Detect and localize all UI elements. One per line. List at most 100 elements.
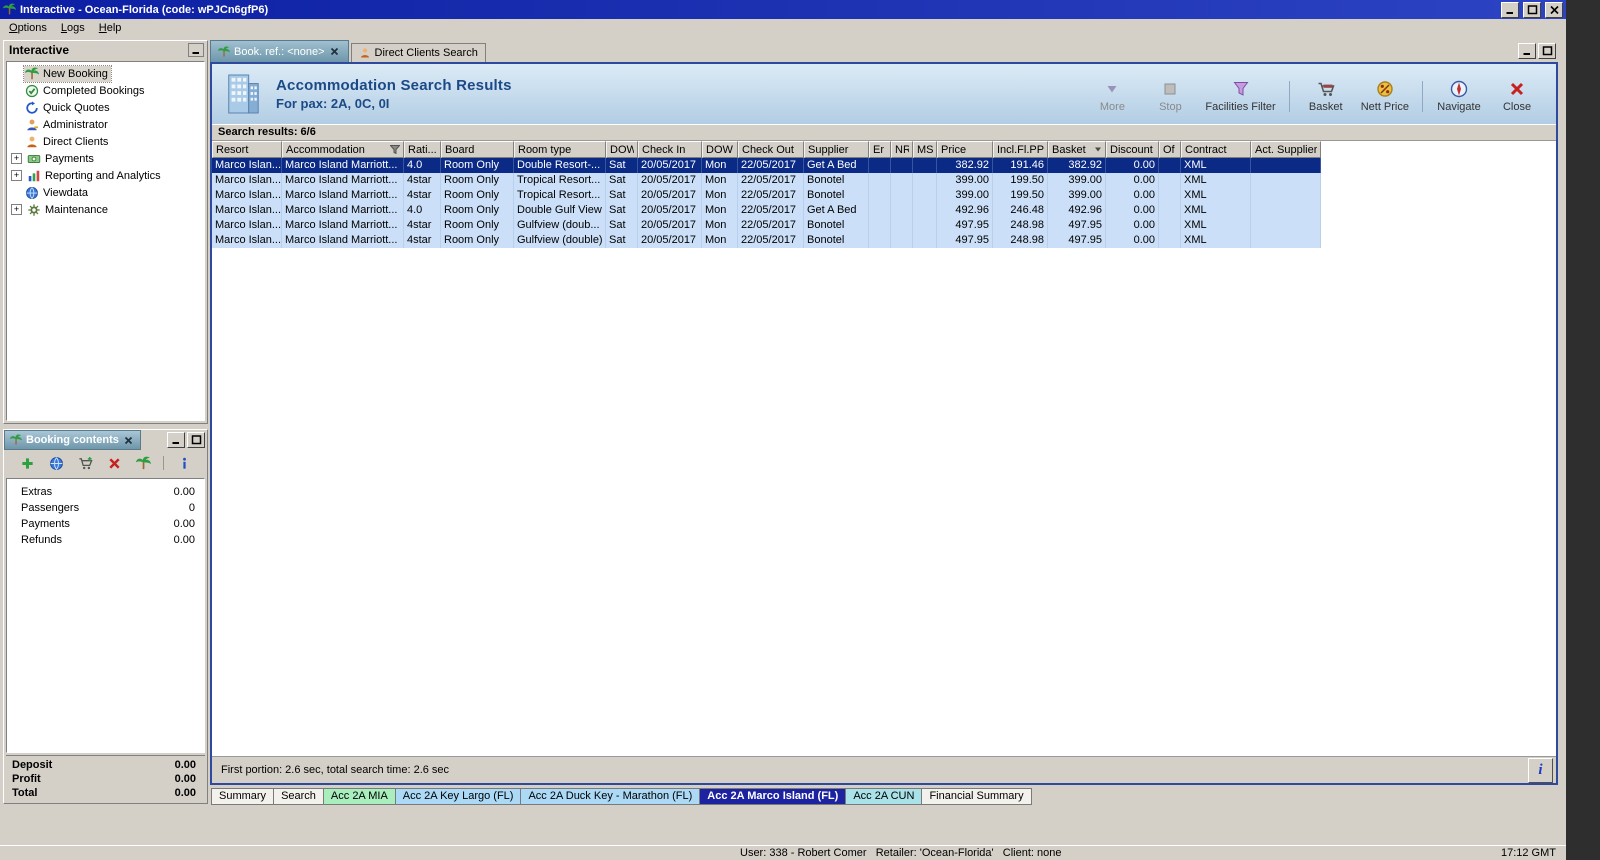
cell: Marco Island Marriott... — [282, 158, 404, 173]
maximize-panel-button[interactable] — [187, 432, 205, 448]
menu-item-help[interactable]: Help — [92, 21, 129, 35]
navigate-button[interactable]: Navigate — [1432, 78, 1486, 115]
expand-icon[interactable]: + — [11, 170, 22, 181]
column-header-accommodation[interactable]: Accommodation — [282, 141, 404, 158]
sidebar-item-direct-clients[interactable]: Direct Clients — [7, 133, 204, 150]
column-header-act-supplier[interactable]: Act. Supplier — [1251, 141, 1321, 158]
menu-item-options[interactable]: Options — [2, 21, 54, 35]
table-row[interactable]: Marco Islan... Marco Island Marriott... 4s… — [212, 218, 1556, 233]
column-header-dow[interactable]: DOW — [606, 141, 638, 158]
grid-body: Marco Islan... Marco Island Marriott... 4.… — [212, 158, 1556, 248]
sidebar-item-maintenance[interactable]: + Maintenance — [7, 201, 204, 218]
expand-icon[interactable]: + — [11, 153, 22, 164]
clients-icon — [25, 135, 39, 149]
table-row[interactable]: Marco Islan... Marco Island Marriott... 4.… — [212, 158, 1556, 173]
column-header-resort[interactable]: Resort — [212, 141, 282, 158]
facilities-filter-button[interactable]: Facilities Filter — [1201, 78, 1279, 115]
close-button[interactable]: Close — [1490, 78, 1544, 115]
bottom-tab-summary[interactable]: Summary — [211, 788, 275, 805]
tab-book-ref-none[interactable]: Book. ref.: <none> — [210, 40, 349, 62]
column-header-supplier[interactable]: Supplier — [804, 141, 869, 158]
column-header-er[interactable]: Er — [869, 141, 891, 158]
column-header-room-type[interactable]: Room type — [514, 141, 606, 158]
cell: Mon — [702, 173, 738, 188]
menu-item-logs[interactable]: Logs — [54, 21, 92, 35]
sidebar-item-new-booking[interactable]: New Booking — [7, 64, 204, 83]
column-header-basket[interactable]: Basket — [1048, 141, 1106, 158]
maintenance-icon — [27, 203, 41, 217]
sidebar-item-administrator[interactable]: Administrator — [7, 116, 204, 133]
maximize-button[interactable] — [1523, 1, 1541, 18]
basket-button[interactable]: Basket — [1299, 78, 1353, 115]
cell: 246.48 — [993, 203, 1048, 218]
bottom-tab-acc-2a-duck-key-marathon-fl[interactable]: Acc 2A Duck Key - Marathon (FL) — [520, 788, 701, 805]
booking-row-value: 0.00 — [173, 486, 195, 498]
sidebar-item-reporting-and-analytics[interactable]: + Reporting and Analytics — [7, 167, 204, 184]
column-header-rati[interactable]: Rati... — [404, 141, 441, 158]
cell: 497.95 — [937, 233, 993, 248]
cell: Double Gulf View — [514, 203, 606, 218]
column-header-ms[interactable]: MS — [913, 141, 937, 158]
bottom-tab-search[interactable]: Search — [273, 788, 324, 805]
bottom-tab-financial-summary[interactable]: Financial Summary — [921, 788, 1032, 805]
cell: Gulfview (doub... — [514, 218, 606, 233]
delete-item-button[interactable] — [105, 454, 123, 472]
column-header-check-in[interactable]: Check In — [638, 141, 702, 158]
booking-contents-row[interactable]: Payments 0.00 — [7, 516, 204, 532]
sidebar-item-completed-bookings[interactable]: Completed Bookings — [7, 82, 204, 99]
item-info-button[interactable] — [175, 454, 193, 472]
cell: 492.96 — [1048, 203, 1106, 218]
column-header-incl-fl-pp[interactable]: Incl.Fl.PP — [993, 141, 1048, 158]
column-header-board[interactable]: Board — [441, 141, 514, 158]
sidebar-item-body: Viewdata — [24, 185, 91, 201]
column-header-dow[interactable]: DOW — [702, 141, 738, 158]
booking-contents-row[interactable]: Extras 0.00 — [7, 484, 204, 500]
booking-contents-list: Extras 0.00 Passengers 0 Payments 0.00 Refunds… — [6, 478, 205, 753]
column-header-of[interactable]: Of — [1159, 141, 1181, 158]
search-item-button[interactable] — [47, 454, 65, 472]
cell: Marco Island Marriott... — [282, 188, 404, 203]
minimize-pane-button[interactable] — [1518, 43, 1536, 59]
table-row[interactable]: Marco Islan... Marco Island Marriott... 4s… — [212, 188, 1556, 203]
restore-pane-button[interactable] — [1538, 43, 1556, 59]
cell: Room Only — [441, 188, 514, 203]
info-button[interactable] — [1528, 757, 1553, 783]
table-row[interactable]: Marco Islan... Marco Island Marriott... 4s… — [212, 233, 1556, 248]
bottom-tab-acc-2a-mia[interactable]: Acc 2A MIA — [322, 788, 396, 805]
bottom-tab-acc-2a-key-largo-fl[interactable]: Acc 2A Key Largo (FL) — [394, 788, 522, 805]
sidebar-item-quick-quotes[interactable]: Quick Quotes — [7, 99, 204, 116]
cell: XML — [1181, 218, 1251, 233]
column-header-label: DOW — [706, 143, 733, 156]
bottom-tab-acc-2a-marco-island-fl[interactable]: Acc 2A Marco Island (FL) — [699, 788, 847, 805]
booking-contents-row[interactable]: Refunds 0.00 — [7, 532, 204, 548]
booking-contents-tab[interactable]: Booking contents — [4, 430, 141, 450]
column-header-contract[interactable]: Contract — [1181, 141, 1251, 158]
close-tab-icon[interactable] — [123, 434, 135, 446]
cell: Marco Islan... — [212, 203, 282, 218]
tab-direct-clients-search[interactable]: Direct Clients Search — [350, 43, 486, 62]
collapse-panel-button[interactable] — [188, 43, 204, 57]
add-to-basket-button[interactable] — [76, 454, 94, 472]
column-header-nr[interactable]: NR — [891, 141, 913, 158]
minimize-panel-button[interactable] — [167, 432, 185, 448]
add-item-button[interactable] — [18, 454, 36, 472]
tab-close-icon[interactable] — [329, 46, 341, 58]
sidebar-item-payments[interactable]: + Payments — [7, 150, 204, 167]
table-row[interactable]: Marco Islan... Marco Island Marriott... 4.… — [212, 203, 1556, 218]
booking-contents-row[interactable]: Passengers 0 — [7, 500, 204, 516]
info-icon — [177, 456, 192, 471]
cell: Marco Islan... — [212, 218, 282, 233]
booking-contents-titlebar: Booking contents — [4, 430, 207, 450]
minimize-button[interactable] — [1501, 1, 1519, 18]
nett-price-button[interactable]: Nett Price — [1357, 78, 1413, 115]
holiday-button[interactable] — [134, 454, 152, 472]
bottom-tab-acc-2a-cun[interactable]: Acc 2A CUN — [845, 788, 923, 805]
table-row[interactable]: Marco Islan... Marco Island Marriott... 4s… — [212, 173, 1556, 188]
cell: Marco Island Marriott... — [282, 218, 404, 233]
column-header-price[interactable]: Price — [937, 141, 993, 158]
column-header-discount[interactable]: Discount — [1106, 141, 1159, 158]
expand-icon[interactable]: + — [11, 204, 22, 215]
sidebar-item-viewdata[interactable]: Viewdata — [7, 184, 204, 201]
column-header-check-out[interactable]: Check Out — [738, 141, 804, 158]
close-button[interactable] — [1545, 1, 1563, 18]
